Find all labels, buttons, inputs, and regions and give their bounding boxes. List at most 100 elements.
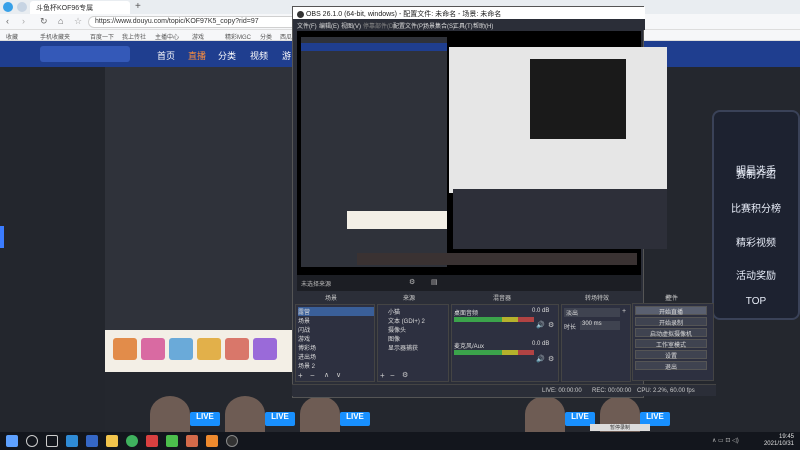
live-badge: LIVE (190, 412, 220, 426)
scroll-indicator[interactable] (0, 226, 4, 248)
gift-item[interactable] (169, 338, 193, 360)
source-settings-icon[interactable]: ⚙ (402, 371, 408, 379)
back-icon[interactable]: ‹ (6, 16, 9, 26)
menu-standings[interactable]: 比赛积分榜 (714, 200, 798, 215)
gift-item[interactable] (225, 338, 249, 360)
source-item[interactable]: 显示器捕获 (388, 343, 446, 352)
avatar[interactable] (225, 396, 265, 432)
menu-top[interactable]: TOP (714, 296, 798, 307)
add-source-icon[interactable]: + (380, 371, 385, 380)
nav-item-game[interactable]: 游 (282, 49, 291, 62)
scene-item[interactable]: 游戏 (298, 334, 374, 343)
tab-douyu[interactable]: 斗鱼杯KOF96专属 (30, 1, 130, 14)
bookmark-item[interactable]: 分类 (260, 32, 272, 41)
site-logo[interactable] (40, 46, 130, 62)
scene-item[interactable]: 进出场 (298, 352, 374, 361)
douyu-icon[interactable] (206, 435, 218, 447)
start-streaming-button[interactable]: 开始直播 (635, 306, 707, 316)
volume-icon[interactable]: 🔊 (536, 355, 545, 363)
wechat-icon[interactable] (166, 435, 178, 447)
recording-notification[interactable]: 暂停录制 (590, 424, 650, 431)
studio-mode-button[interactable]: 工作室模式 (635, 339, 707, 349)
back-history-icon[interactable] (17, 2, 27, 12)
reload-icon[interactable]: ↻ (40, 16, 48, 27)
add-scene-icon[interactable]: + (298, 371, 303, 380)
source-item[interactable]: 图像 (388, 334, 446, 343)
menu-format[interactable]: 赛制介绍 (714, 166, 798, 181)
source-item[interactable]: 文本 (GDI+) 2 (388, 316, 446, 325)
properties-icon[interactable]: ⚙ (409, 278, 415, 286)
tray-icons[interactable]: ∧ ▭ ⊡ ◁) (712, 437, 739, 444)
obs-logo-icon (297, 10, 304, 18)
clock[interactable]: 19:45 2021/10/31 (764, 434, 794, 448)
menu-profile[interactable]: 配置文件(P) (393, 21, 425, 30)
filters-icon[interactable]: ▤ (431, 278, 438, 286)
virtual-camera-button[interactable]: 启动虚拟摄像机 (635, 328, 707, 338)
bookmark-item[interactable]: 主播中心 (155, 32, 179, 41)
remove-source-icon[interactable]: − (390, 371, 395, 380)
home-icon[interactable]: ⌂ (58, 16, 63, 26)
search-icon[interactable] (26, 435, 38, 447)
transition-type-select[interactable]: 淡出 (564, 308, 620, 317)
mail-icon[interactable] (86, 435, 98, 447)
gift-item[interactable] (113, 338, 137, 360)
edge-icon[interactable] (66, 435, 78, 447)
menu-help[interactable]: 帮助(H) (473, 21, 493, 30)
avatar[interactable] (300, 396, 340, 432)
scene-item[interactable]: 闪战 (298, 325, 374, 334)
source-item[interactable]: 摄像头 (388, 325, 446, 334)
live-badge: LIVE (340, 412, 370, 426)
obs-icon[interactable] (226, 435, 238, 447)
avatar[interactable] (525, 396, 565, 432)
forward-icon[interactable]: › (22, 16, 25, 26)
app-icon[interactable] (186, 435, 198, 447)
audio-settings-icon[interactable]: ⚙ (548, 355, 554, 363)
menu-highlights[interactable]: 精彩视频 (714, 234, 798, 249)
browser-app-icon[interactable] (126, 435, 138, 447)
menu-docks[interactable]: 停靠部件(D) (363, 21, 395, 30)
nav-item-live[interactable]: 直播 (188, 49, 206, 62)
gift-item[interactable] (253, 338, 277, 360)
bookmark-item[interactable]: 精彩MGC (225, 32, 251, 41)
duration-input[interactable]: 300 ms (580, 321, 620, 330)
star-icon[interactable]: ☆ (74, 16, 82, 27)
menu-scene-collection[interactable]: 场景集合(S) (423, 21, 455, 30)
bookmark-item[interactable]: 百度一下 (90, 32, 114, 41)
source-item[interactable]: 小猫 (388, 307, 446, 316)
scene-item[interactable]: 露营 (298, 307, 374, 316)
menu-file[interactable]: 文件(F) (297, 21, 317, 30)
move-up-icon[interactable]: ∧ (324, 371, 329, 379)
scene-item[interactable]: 场景 (298, 316, 374, 325)
bookmark-item[interactable]: 手机收藏夹 (40, 32, 70, 41)
menu-tools[interactable]: 工具(T) (453, 21, 473, 30)
settings-button[interactable]: 设置 (635, 350, 707, 360)
nav-item-category[interactable]: 分类 (218, 49, 236, 62)
menu-view[interactable]: 视图(V) (341, 21, 361, 30)
exit-button[interactable]: 退出 (635, 361, 707, 371)
avatar[interactable] (150, 396, 190, 432)
scene-item[interactable]: 博彩场 (298, 343, 374, 352)
menu-edit[interactable]: 编辑(E) (319, 21, 339, 30)
add-transition-icon[interactable]: + (622, 308, 626, 315)
move-down-icon[interactable]: ∨ (336, 371, 341, 379)
remove-scene-icon[interactable]: − (310, 371, 315, 380)
start-recording-button[interactable]: 开始录制 (635, 317, 707, 327)
gift-item[interactable] (141, 338, 165, 360)
windows-start-icon[interactable] (6, 435, 18, 447)
mixer-track-level: 0.0 dB (532, 341, 550, 347)
nav-item-home[interactable]: 首页 (157, 49, 175, 62)
bookmark-item[interactable]: 西瓜 (280, 32, 292, 41)
new-tab-button[interactable]: + (135, 1, 141, 12)
volume-icon[interactable]: 🔊 (536, 321, 545, 329)
scene-item[interactable]: 场景 2 (298, 361, 374, 370)
menu-rewards[interactable]: 活动奖励 (714, 267, 798, 282)
nav-item-video[interactable]: 视频 (250, 49, 268, 62)
folder-icon[interactable] (106, 435, 118, 447)
gift-item[interactable] (197, 338, 221, 360)
bookmark-item[interactable]: 收藏 (6, 32, 18, 41)
audio-settings-icon[interactable]: ⚙ (548, 321, 554, 329)
task-view-icon[interactable] (46, 435, 58, 447)
bookmark-item[interactable]: 我上传社 (122, 32, 146, 41)
app-icon[interactable] (146, 435, 158, 447)
bookmark-item[interactable]: 游戏 (192, 32, 204, 41)
